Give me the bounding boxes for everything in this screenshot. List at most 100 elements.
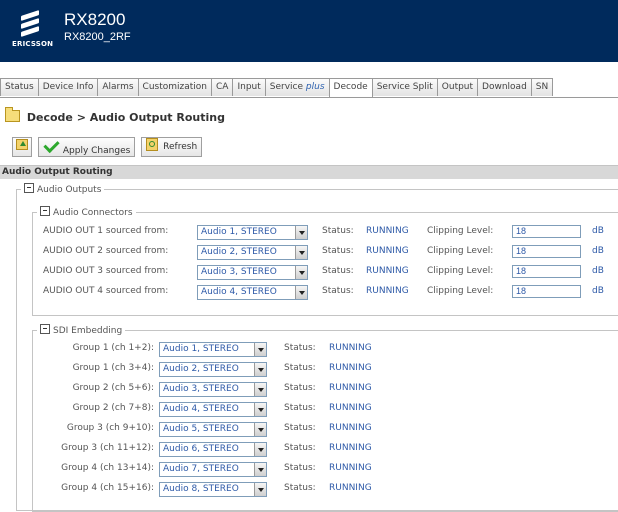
ericsson-logo: ERICSSON <box>12 10 53 51</box>
status-label: Status: <box>284 483 316 493</box>
sdi-group-label: Group 3 (ch 11+12): <box>61 443 154 453</box>
source-select-value: Audio 4, STEREO <box>163 404 239 414</box>
source-select[interactable]: Audio 8, STEREO <box>159 482 267 497</box>
chevron-down-icon[interactable] <box>254 363 266 376</box>
refresh-button[interactable]: Refresh <box>141 137 203 157</box>
sdi-group-label: Group 1 (ch 1+2): <box>72 343 154 353</box>
toolbar: Apply Changes Refresh <box>12 136 205 157</box>
source-select-value: Audio 1, STEREO <box>201 227 277 237</box>
sdi-group-label: Group 2 (ch 7+8): <box>72 403 154 413</box>
tab-customization[interactable]: Customization <box>137 78 213 96</box>
source-select[interactable]: Audio 3, STEREO <box>197 265 308 280</box>
audio-out-label: AUDIO OUT 1 sourced from: <box>43 226 169 236</box>
refresh-label: Refresh <box>163 142 198 152</box>
source-select[interactable]: Audio 1, STEREO <box>159 342 267 357</box>
up-button[interactable] <box>12 137 32 157</box>
sdi-group-label: Group 4 (ch 13+14): <box>61 463 154 473</box>
chevron-down-icon[interactable] <box>254 483 266 496</box>
status-label: Status: <box>284 383 316 393</box>
tab-label: SN <box>535 82 549 92</box>
db-unit: dB <box>592 246 604 256</box>
sdi-embedding-legend[interactable]: SDI Embedding <box>37 324 126 338</box>
tab-status[interactable]: Status <box>0 78 39 96</box>
source-select[interactable]: Audio 2, STEREO <box>197 245 308 260</box>
status-value: RUNNING <box>329 443 372 453</box>
sdi-group-label: Group 1 (ch 3+4): <box>72 363 154 373</box>
audio-connectors-legend[interactable]: Audio Connectors <box>37 206 136 220</box>
tab-label: Device Info <box>42 82 94 92</box>
chevron-down-icon[interactable] <box>254 463 266 476</box>
chevron-down-icon[interactable] <box>295 266 307 279</box>
source-select-value: Audio 2, STEREO <box>201 247 277 257</box>
tab-input[interactable]: Input <box>232 78 266 96</box>
chevron-down-icon[interactable] <box>254 383 266 396</box>
source-select[interactable]: Audio 6, STEREO <box>159 442 267 457</box>
clipping-level-input[interactable] <box>512 225 581 238</box>
tab-download[interactable]: Download <box>477 78 532 96</box>
status-value: RUNNING <box>366 226 409 236</box>
tab-alarms[interactable]: Alarms <box>97 78 139 96</box>
tab-label: Status <box>5 82 34 92</box>
tab-sn[interactable]: SN <box>530 78 554 96</box>
status-label: Status: <box>322 246 354 256</box>
status-value: RUNNING <box>329 423 372 433</box>
app-header: ERICSSON RX8200 RX8200_2RF <box>0 0 618 62</box>
db-unit: dB <box>592 286 604 296</box>
app-title: RX8200 <box>64 10 126 29</box>
source-select[interactable]: Audio 5, STEREO <box>159 422 267 437</box>
source-select-value: Audio 5, STEREO <box>163 424 239 434</box>
audio-out-label: AUDIO OUT 4 sourced from: <box>43 286 169 296</box>
status-value: RUNNING <box>329 363 372 373</box>
breadcrumb: Decode > Audio Output Routing <box>5 107 225 124</box>
status-label: Status: <box>284 463 316 473</box>
tab-label: Alarms <box>102 82 134 92</box>
audio-outputs-legend[interactable]: Audio Outputs <box>21 183 105 197</box>
chevron-down-icon[interactable] <box>295 286 307 299</box>
db-unit: dB <box>592 266 604 276</box>
clipping-level-input[interactable] <box>512 245 581 258</box>
tab-device-info[interactable]: Device Info <box>37 78 99 96</box>
chevron-down-icon[interactable] <box>295 246 307 259</box>
source-select-value: Audio 7, STEREO <box>163 464 239 474</box>
source-select[interactable]: Audio 4, STEREO <box>159 402 267 417</box>
tab-service-split[interactable]: Service Split <box>371 78 438 96</box>
apply-changes-button[interactable]: Apply Changes <box>37 136 136 157</box>
chevron-down-icon[interactable] <box>254 443 266 456</box>
source-select[interactable]: Audio 3, STEREO <box>159 382 267 397</box>
tab-label: Service <box>269 82 306 92</box>
tab-output[interactable]: Output <box>436 78 479 96</box>
sdi-group-label: Group 4 (ch 15+16): <box>61 483 154 493</box>
tab-ca[interactable]: CA <box>211 78 234 96</box>
tab-label-emphasis: plus <box>305 82 325 92</box>
collapse-icon <box>40 206 50 216</box>
source-select-value: Audio 2, STEREO <box>163 364 239 374</box>
status-value: RUNNING <box>329 403 372 413</box>
chevron-down-icon[interactable] <box>254 403 266 416</box>
source-select[interactable]: Audio 2, STEREO <box>159 362 267 377</box>
tab-service[interactable]: Service plus <box>264 78 330 96</box>
check-icon <box>43 136 60 154</box>
source-select[interactable]: Audio 1, STEREO <box>197 225 308 240</box>
source-select[interactable]: Audio 7, STEREO <box>159 462 267 477</box>
audio-out-label: AUDIO OUT 2 sourced from: <box>43 246 169 256</box>
source-select-value: Audio 8, STEREO <box>163 484 239 494</box>
brand-text: ERICSSON <box>12 40 54 48</box>
audio-out-label: AUDIO OUT 3 sourced from: <box>43 266 169 276</box>
status-label: Status: <box>322 226 354 236</box>
chevron-down-icon[interactable] <box>254 343 266 356</box>
tab-label: Download <box>482 82 527 92</box>
status-value: RUNNING <box>329 383 372 393</box>
chevron-down-icon[interactable] <box>254 423 266 436</box>
tab-label: Customization <box>142 82 208 92</box>
source-select[interactable]: Audio 4, STEREO <box>197 285 308 300</box>
tab-decode[interactable]: Decode <box>328 78 373 97</box>
clipping-level-label: Clipping Level: <box>427 226 494 236</box>
chevron-down-icon[interactable] <box>295 226 307 239</box>
status-value: RUNNING <box>366 246 409 256</box>
clipping-level-input[interactable] <box>512 285 581 298</box>
status-value: RUNNING <box>366 286 409 296</box>
collapse-icon <box>40 324 50 334</box>
clipping-level-input[interactable] <box>512 265 581 278</box>
status-value: RUNNING <box>329 463 372 473</box>
source-select-value: Audio 6, STEREO <box>163 444 239 454</box>
